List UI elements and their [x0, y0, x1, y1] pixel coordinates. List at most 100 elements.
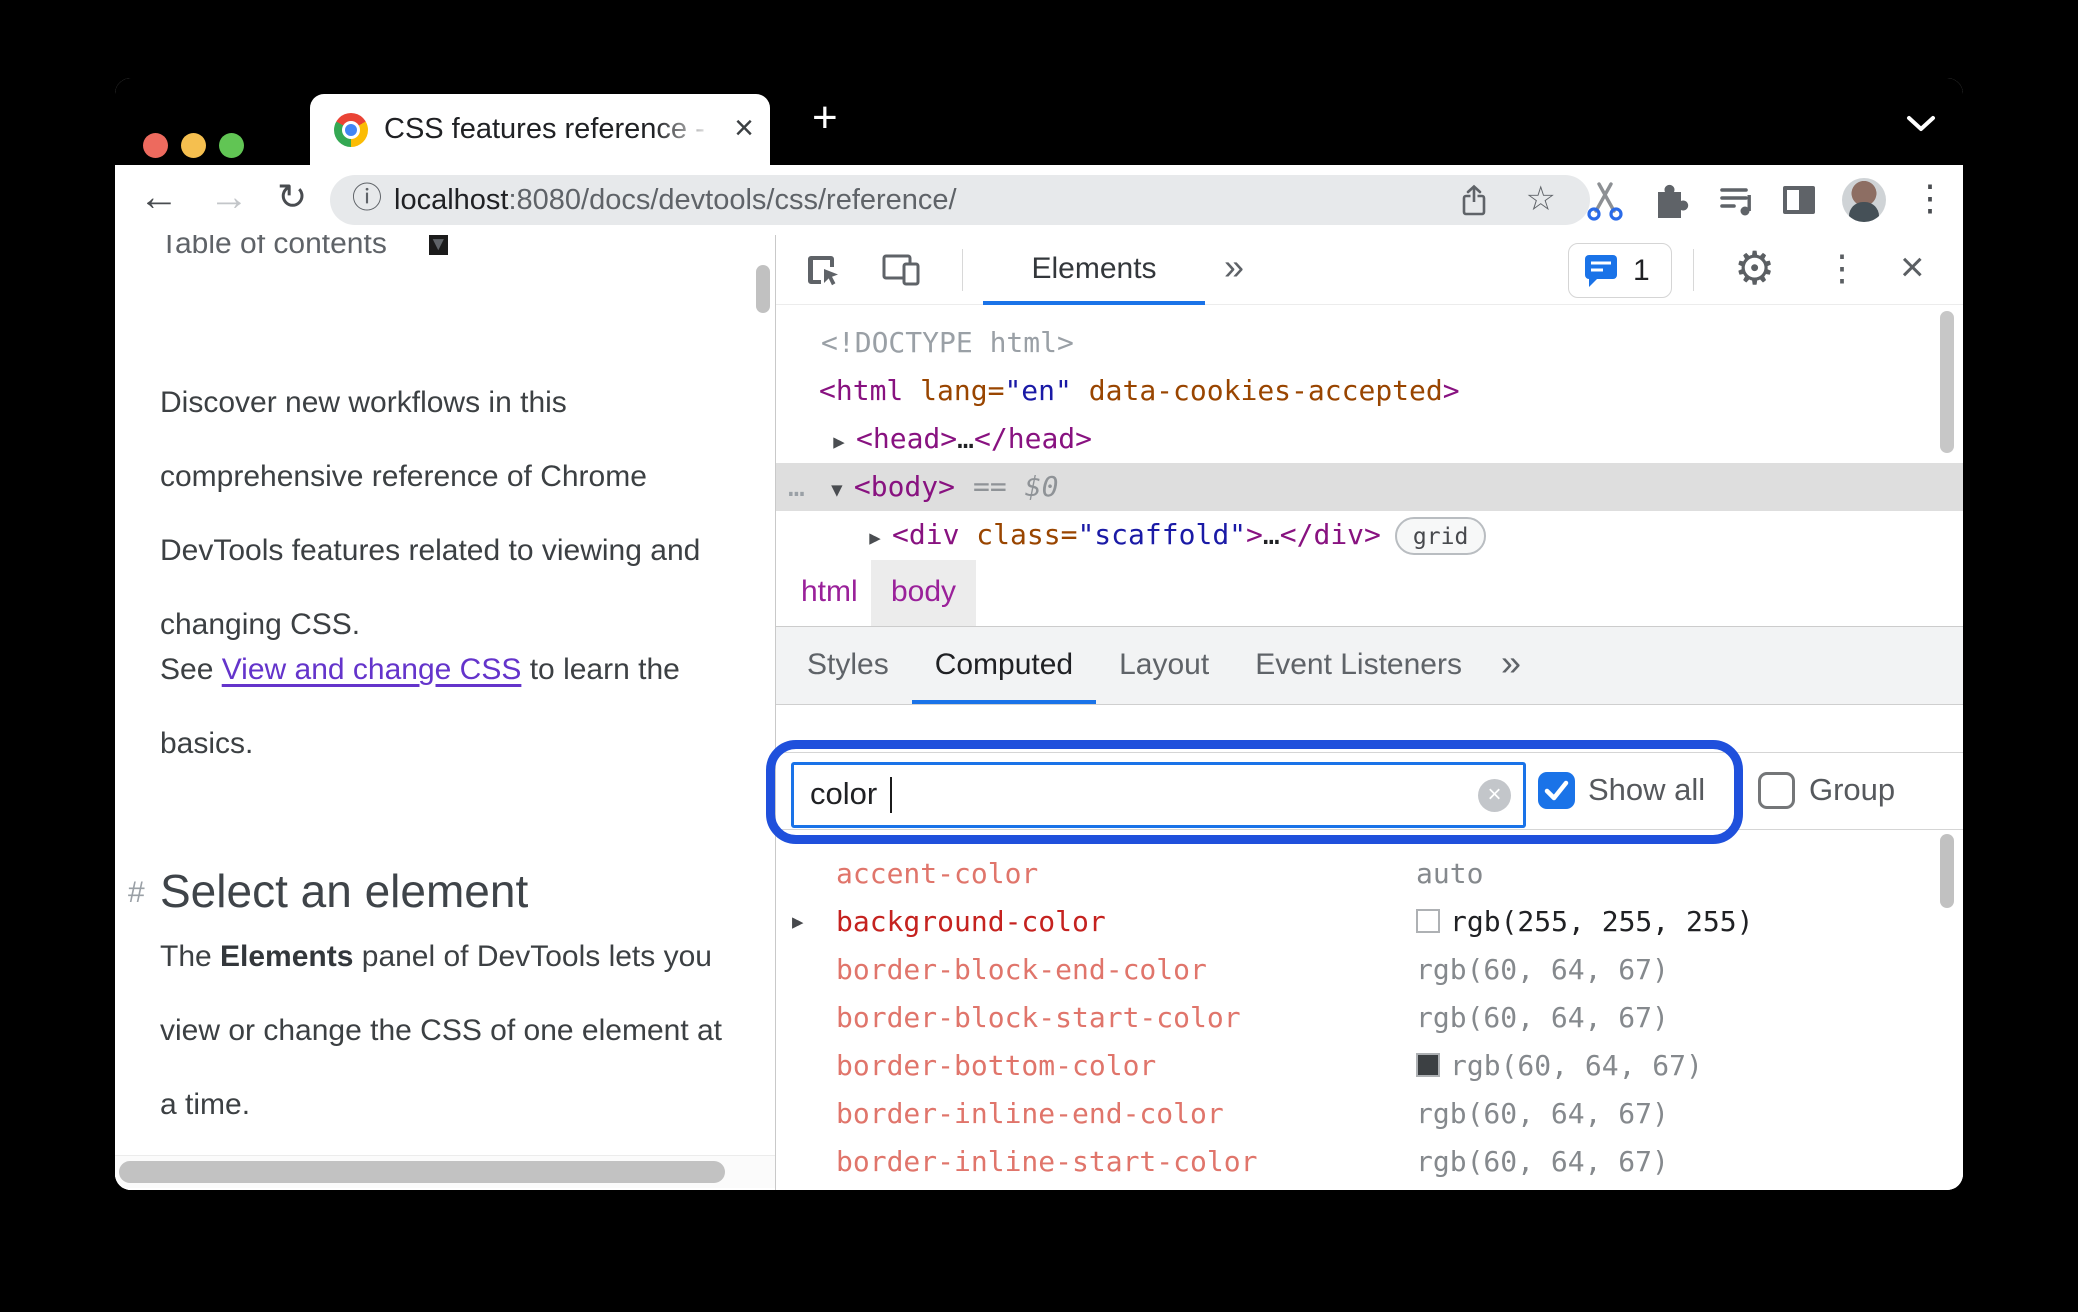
page-horizontal-scrollbar[interactable] [115, 1155, 775, 1188]
show-all-label[interactable]: Show all [1588, 752, 1705, 830]
settings-gear-icon[interactable]: ⚙ [1734, 235, 1775, 305]
back-button[interactable]: ← [139, 165, 179, 235]
dom-line-body-selected[interactable]: … ▼ <body> == $0 [776, 463, 1963, 511]
scissors-extension-icon[interactable] [1583, 178, 1627, 222]
computed-properties-list: accent-color auto ▶ background-color rgb(255… [776, 830, 1963, 1190]
tab-strip: CSS features reference - Chron × + [115, 78, 1963, 165]
profile-avatar[interactable] [1842, 178, 1886, 222]
body-equals: == [973, 470, 1007, 503]
side-panel-icon[interactable] [1777, 178, 1821, 222]
address-bar[interactable]: ⓘ localhost:8080/docs/devtools/css/refer… [330, 175, 1590, 225]
tab-search-chevron-icon[interactable] [1903, 114, 1939, 134]
screenshot-stage: CSS features reference - Chron × + ← → ↻… [0, 0, 2078, 1312]
page-horizontal-scrollbar-thumb[interactable] [119, 1161, 725, 1183]
color-swatch[interactable] [1416, 1053, 1440, 1077]
close-window-button[interactable] [143, 133, 168, 158]
color-swatch[interactable] [1416, 909, 1440, 933]
body-bold: Elements [220, 940, 354, 973]
sidebar-tabs: Styles Computed Layout Event Listeners » [776, 627, 1963, 705]
devtools-close-icon[interactable]: × [1900, 235, 1925, 305]
tab-layout[interactable]: Layout [1096, 627, 1232, 704]
window-content: Table of contents ▼ Discover new workflow… [115, 235, 1963, 1190]
computed-property-row[interactable]: accent-color auto [776, 850, 1963, 898]
heading-anchor-hash[interactable]: # [128, 876, 145, 910]
computed-property-row[interactable]: ▶ background-color rgb(255, 255, 255) [776, 898, 1963, 946]
table-of-contents-toggle[interactable]: Table of contents ▼ [160, 235, 448, 261]
extensions-puzzle-icon[interactable] [1648, 178, 1692, 222]
attr-lang-value: "en" [1004, 374, 1072, 407]
computed-property-row[interactable]: border-inline-end-color rgb(60, 64, 67) [776, 1090, 1963, 1138]
bookmark-star-icon[interactable]: ☆ [1526, 175, 1556, 225]
zoom-window-button[interactable] [219, 133, 244, 158]
inspect-element-icon[interactable] [804, 250, 844, 290]
media-playlist-icon[interactable] [1716, 178, 1760, 222]
tab-close-icon[interactable]: × [734, 94, 754, 165]
dollar-zero: $0 [1024, 470, 1059, 503]
head-ellipsis: … [957, 422, 975, 455]
share-icon[interactable] [1458, 184, 1490, 218]
dom-line-doctype[interactable]: <!DOCTYPE html> [776, 319, 1963, 367]
tab-elements[interactable]: Elements [983, 235, 1205, 305]
device-toolbar-icon[interactable] [880, 250, 922, 290]
attr-class-value: "scaffold" [1077, 518, 1247, 551]
show-all-checkbox[interactable] [1538, 772, 1575, 809]
computed-property-row[interactable]: border-block-end-color rgb(60, 64, 67) [776, 946, 1963, 994]
site-info-icon[interactable]: ⓘ [352, 175, 382, 225]
tab-computed[interactable]: Computed [911, 627, 1097, 704]
div-ellipsis: … [1262, 518, 1280, 551]
minimize-window-button[interactable] [181, 133, 206, 158]
computed-property-row[interactable]: border-inline-start-color rgb(60, 64, 67) [776, 1138, 1963, 1186]
breadcrumb-body[interactable]: body [871, 560, 977, 626]
issues-counter-button[interactable]: 1 [1568, 243, 1672, 298]
view-and-change-css-link[interactable]: View and change CSS [222, 653, 522, 686]
new-tab-button[interactable]: + [812, 78, 838, 165]
devtools-toolbar: Elements » 1 ⚙ ⋮ × [776, 235, 1963, 305]
dom-breadcrumbs: html body [776, 560, 1963, 627]
toolbar-separator [962, 249, 963, 291]
computed-property-row[interactable]: border-block-start-color rgb(60, 64, 67) [776, 994, 1963, 1042]
browser-menu-icon[interactable]: ⋮ [1912, 165, 1948, 235]
clear-filter-icon[interactable]: × [1478, 779, 1511, 812]
filter-input[interactable]: color × [791, 762, 1526, 828]
page-heading: Select an element [160, 865, 529, 917]
devtools-menu-icon[interactable]: ⋮ [1824, 235, 1860, 305]
property-value: rgb(60, 64, 67) [1416, 953, 1669, 986]
expand-arrow-icon[interactable]: ▶ [858, 514, 892, 560]
body-prefix: The [160, 940, 221, 973]
computed-property-row[interactable]: border-bottom-color rgb(60, 64, 67) [776, 1042, 1963, 1090]
body-paragraph: The Elements panel of DevTools lets you … [160, 920, 740, 1142]
see-paragraph: See View and change CSS to learn the bas… [160, 633, 740, 781]
breadcrumb-html[interactable]: html [801, 560, 858, 626]
div-close-bracket: > [1246, 518, 1263, 551]
dom-line-div-scaffold[interactable]: ▶ <div class="scaffold">…</div> grid [776, 511, 1963, 559]
html-close-bracket: > [1442, 374, 1460, 407]
tab-styles[interactable]: Styles [784, 627, 912, 704]
more-sidebar-tabs-icon[interactable]: » [1485, 627, 1537, 704]
grid-badge[interactable]: grid [1394, 517, 1487, 555]
dom-line-html[interactable]: <html lang="en" data-cookies-accepted> [776, 367, 1963, 415]
equals: = [1060, 518, 1078, 551]
tab-event-listeners[interactable]: Event Listeners [1232, 627, 1485, 704]
page-vertical-scrollbar-thumb[interactable] [756, 265, 770, 313]
reload-button[interactable]: ↻ [277, 165, 307, 235]
attr-cookies: data-cookies-accepted [1071, 374, 1443, 407]
dom-line-head[interactable]: ▶ <head>…</head> [776, 415, 1963, 463]
collapse-arrow-icon[interactable]: ▼ [820, 466, 854, 514]
more-panels-icon[interactable]: » [1224, 235, 1244, 305]
browser-tab[interactable]: CSS features reference - Chron × [310, 94, 770, 165]
group-label[interactable]: Group [1809, 752, 1895, 830]
property-name: border-block-end-color [836, 953, 1207, 986]
dom-tree: <!DOCTYPE html> <html lang="en" data-coo… [776, 305, 1963, 560]
forward-button[interactable]: → [209, 165, 249, 235]
dom-scrollbar-thumb[interactable] [1940, 311, 1954, 453]
devtools-panel: Elements » 1 ⚙ ⋮ × <!DOCTYPE html> <html… [766, 235, 1963, 1190]
group-checkbox[interactable] [1758, 772, 1795, 809]
property-value: rgb(60, 64, 67) [1416, 1042, 1703, 1090]
equals: = [987, 374, 1005, 407]
toc-caret-icon: ▼ [428, 235, 448, 255]
doctype-token: <!DOCTYPE html> [821, 326, 1074, 359]
gutter-dots[interactable]: … [788, 470, 806, 503]
property-value: rgb(255, 255, 255) [1416, 898, 1753, 946]
expand-arrow-icon[interactable]: ▶ [822, 418, 856, 466]
expand-arrow-icon[interactable]: ▶ [792, 898, 803, 946]
